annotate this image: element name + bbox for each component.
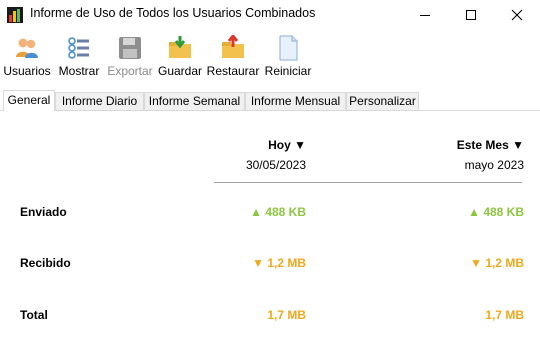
tab-monthly-report[interactable]: Informe Mensual: [245, 92, 346, 110]
total-today-value: 1,7 MB: [267, 308, 306, 322]
tab-daily-report[interactable]: Informe Diario: [55, 92, 144, 110]
header-separator: [214, 182, 522, 183]
sent-today-text: 488 KB: [265, 205, 306, 219]
month-column-header[interactable]: Este Mes ▼: [446, 138, 524, 152]
sent-month-value: ▲ 488 KB: [444, 205, 524, 219]
save-label: Guardar: [157, 64, 203, 78]
month-date: mayo 2023: [464, 158, 524, 172]
today-date: 30/05/2023: [245, 158, 306, 172]
save-folder-icon: [169, 36, 191, 58]
app-icon: [7, 7, 23, 23]
total-month-value: 1,7 MB: [485, 308, 524, 322]
users-icon: [16, 38, 38, 58]
tab-general[interactable]: General: [3, 90, 55, 111]
restore-button[interactable]: Restaurar: [206, 35, 260, 78]
arrow-down-icon: ▼: [470, 256, 482, 270]
restore-label: Restaurar: [206, 64, 260, 78]
tab-weekly-report[interactable]: Informe Semanal: [144, 92, 245, 110]
maximize-icon: [466, 9, 476, 20]
restore-folder-icon: [222, 35, 244, 58]
received-today-value: ▼ 1,2 MB: [230, 256, 306, 270]
sort-down-icon: ▼: [294, 138, 306, 152]
users-button[interactable]: Usuarios: [3, 35, 51, 78]
minimize-button[interactable]: [402, 0, 448, 29]
maximize-button[interactable]: [448, 0, 494, 29]
sent-label: Enviado: [20, 205, 67, 219]
sent-month-text: 488 KB: [483, 205, 524, 219]
received-label: Recibido: [20, 256, 71, 270]
toolbar: Usuarios Mostrar Exportar Guardar Restau…: [0, 29, 540, 85]
month-header-label: Este Mes: [456, 138, 509, 152]
sent-today-value: ▲ 488 KB: [230, 205, 306, 219]
arrow-down-icon: ▼: [252, 256, 264, 270]
show-button[interactable]: Mostrar: [56, 35, 102, 78]
sort-down-icon: ▼: [512, 138, 524, 152]
received-today-text: 1,2 MB: [267, 256, 306, 270]
floppy-disk-icon: [119, 37, 141, 59]
show-label: Mostrar: [58, 64, 100, 78]
export-label: Exportar: [107, 64, 153, 78]
reset-button[interactable]: Reiniciar: [264, 35, 312, 78]
title-bar: Informe de Uso de Todos los Usuarios Com…: [0, 0, 540, 29]
tab-customize[interactable]: Personalizar: [346, 92, 419, 110]
reset-label: Reiniciar: [264, 64, 312, 78]
close-button[interactable]: [494, 0, 540, 29]
received-month-text: 1,2 MB: [485, 256, 524, 270]
users-label: Usuarios: [3, 64, 51, 78]
arrow-up-icon: ▲: [468, 205, 480, 219]
received-month-value: ▼ 1,2 MB: [444, 256, 524, 270]
close-icon: [511, 9, 523, 20]
tab-strip: General Informe Diario Informe Semanal I…: [0, 90, 540, 111]
list-icon: [68, 37, 89, 59]
today-column-header[interactable]: Hoy ▼: [264, 138, 306, 152]
window-title: Informe de Uso de Todos los Usuarios Com…: [30, 6, 316, 20]
save-button[interactable]: Guardar: [157, 35, 203, 78]
arrow-up-icon: ▲: [250, 205, 262, 219]
export-button[interactable]: Exportar: [106, 35, 154, 78]
minimize-icon: [420, 14, 430, 16]
today-header-label: Hoy: [268, 138, 291, 152]
total-label: Total: [20, 308, 48, 322]
blank-document-icon: [279, 35, 298, 61]
